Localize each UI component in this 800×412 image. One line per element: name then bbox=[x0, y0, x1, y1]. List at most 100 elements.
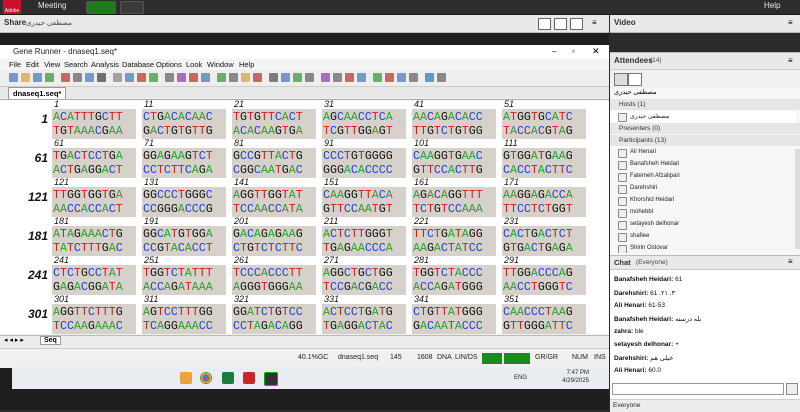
toolbar-button-icon[interactable] bbox=[269, 73, 278, 82]
toolbar-button-icon[interactable] bbox=[33, 73, 42, 82]
menu-view[interactable]: View bbox=[44, 60, 60, 69]
toolbar-button-icon[interactable] bbox=[409, 73, 418, 82]
toolbar-button-icon[interactable] bbox=[373, 73, 382, 82]
attendees-scrollbar[interactable] bbox=[795, 149, 800, 249]
participant-item[interactable]: Darehshiri bbox=[610, 183, 796, 195]
toolbar-button-icon[interactable] bbox=[333, 73, 342, 82]
toolbar-button-icon[interactable] bbox=[437, 73, 446, 82]
toolbar-button-icon[interactable] bbox=[61, 73, 70, 82]
toolbar-button-icon[interactable] bbox=[177, 73, 186, 82]
reverse-strand: TCTGTCCAAA bbox=[413, 203, 483, 216]
chat-text: خیلی هم bbox=[650, 355, 674, 362]
forward-strand: CACTGACTCT bbox=[503, 228, 573, 241]
gene-runner-taskbar-icon[interactable] bbox=[264, 372, 278, 386]
tab-seq[interactable]: Seq bbox=[40, 336, 61, 345]
toolbar-button-icon[interactable] bbox=[97, 73, 106, 82]
audio-button[interactable] bbox=[86, 1, 116, 14]
presenters-group[interactable]: Presenters (0) bbox=[610, 123, 800, 134]
toolbar-button-icon[interactable] bbox=[149, 73, 158, 82]
chat-sender: Ali Henari: bbox=[614, 302, 647, 309]
send-icon[interactable] bbox=[786, 383, 798, 395]
file-explorer-icon[interactable] bbox=[180, 372, 192, 384]
menu-look[interactable]: Look bbox=[186, 60, 202, 69]
toolbar-button-icon[interactable] bbox=[21, 73, 30, 82]
toolbar-button-icon[interactable] bbox=[73, 73, 82, 82]
pod-menu-icon[interactable]: ≡ bbox=[788, 18, 793, 27]
adobe-connect-icon[interactable] bbox=[243, 372, 255, 384]
sequence-block: 151 CAAGGTTACA GTTCCAATGT bbox=[322, 177, 406, 217]
participant-item[interactable]: setayesh delhonar bbox=[610, 219, 796, 231]
menu-analysis[interactable]: Analysis bbox=[91, 60, 119, 69]
menu-file[interactable]: File bbox=[9, 60, 21, 69]
toolbar-button-icon[interactable] bbox=[229, 73, 238, 82]
toolbar-button-icon[interactable] bbox=[45, 73, 54, 82]
toolbar-button-icon[interactable] bbox=[189, 73, 198, 82]
toolbar-button-icon[interactable] bbox=[385, 73, 394, 82]
participant-item[interactable]: Fatemeh Afzalipari bbox=[610, 171, 796, 183]
meeting-menu[interactable]: Meeting bbox=[38, 1, 66, 10]
toolbar-button-icon[interactable] bbox=[357, 73, 366, 82]
pod-menu-icon[interactable]: ≡ bbox=[788, 56, 793, 65]
host-icon bbox=[618, 113, 627, 122]
status-view-icon[interactable] bbox=[628, 73, 642, 86]
toolbar-button-icon[interactable] bbox=[305, 73, 314, 82]
chat-input[interactable] bbox=[612, 383, 784, 395]
participant-item[interactable]: Banafsheh Heidari bbox=[610, 159, 796, 171]
excel-icon[interactable] bbox=[222, 372, 234, 384]
menu-help[interactable]: Help bbox=[239, 60, 254, 69]
forward-strand: AGTCCTTTGG bbox=[143, 306, 213, 319]
help-menu[interactable]: Help bbox=[764, 1, 780, 10]
participant-item[interactable]: Shirin Ostovar bbox=[610, 243, 796, 253]
maximize-icon[interactable]: ▫ bbox=[572, 47, 575, 56]
menu-database[interactable]: Database bbox=[122, 60, 154, 69]
sequence-block: 81 GCCGTTACTG CGGCAATGAC bbox=[232, 138, 316, 178]
toolbar-button-icon[interactable] bbox=[217, 73, 226, 82]
fullscreen-icon[interactable] bbox=[570, 18, 583, 30]
close-icon[interactable]: ✕ bbox=[592, 46, 600, 57]
chat-tab-everyone[interactable]: Everyone bbox=[613, 402, 640, 409]
chat-text: 61-53 bbox=[648, 302, 665, 309]
block-position-number: 81 bbox=[234, 138, 245, 148]
row-position-label: 121 bbox=[27, 190, 48, 204]
menu-search[interactable]: Search bbox=[64, 60, 88, 69]
toolbar-button-icon[interactable] bbox=[85, 73, 94, 82]
host-item[interactable]: مصطفی حیدری bbox=[610, 111, 796, 123]
menu-edit[interactable]: Edit bbox=[26, 60, 39, 69]
participant-item[interactable]: Khorshid Heidari bbox=[610, 195, 796, 207]
toolbar-button-icon[interactable] bbox=[113, 73, 122, 82]
menu-window[interactable]: Window bbox=[207, 60, 234, 69]
toolbar-button-icon[interactable] bbox=[201, 73, 210, 82]
toolbar-button-icon[interactable] bbox=[345, 73, 354, 82]
participants-group[interactable]: Participants (13) bbox=[610, 135, 800, 146]
toolbar-button-icon[interactable] bbox=[165, 73, 174, 82]
status-button[interactable] bbox=[120, 1, 144, 14]
participant-item[interactable]: Ali Henari bbox=[610, 147, 796, 159]
toolbar-button-icon[interactable] bbox=[293, 73, 302, 82]
language-indicator[interactable]: ENG bbox=[514, 375, 527, 381]
sequence-view[interactable]: 1 1 ACATTTGCTT TGTAAACGAA 11 CTGACACAAC GACTGT… bbox=[0, 99, 609, 334]
fit-screen-icon[interactable] bbox=[538, 18, 551, 30]
toolbar-button-icon[interactable] bbox=[397, 73, 406, 82]
list-view-icon[interactable] bbox=[614, 73, 628, 86]
gr-sheet-tabs: ◂ ◂ ▸ ▸ Seq bbox=[0, 335, 609, 347]
toolbar-button-icon[interactable] bbox=[137, 73, 146, 82]
toolbar-button-icon[interactable] bbox=[321, 73, 330, 82]
toolbar-button-icon[interactable] bbox=[281, 73, 290, 82]
taskbar-clock[interactable]: 7:47 PM 4/29/2025 bbox=[562, 369, 589, 385]
toolbar-button-icon[interactable] bbox=[9, 73, 18, 82]
toolbar-button-icon[interactable] bbox=[125, 73, 134, 82]
toolbar-button-icon[interactable] bbox=[253, 73, 262, 82]
pod-menu-icon[interactable]: ≡ bbox=[592, 18, 603, 28]
chrome-icon[interactable] bbox=[200, 372, 212, 384]
participant-item[interactable]: shafiee bbox=[610, 231, 796, 243]
minimize-icon[interactable]: – bbox=[552, 47, 556, 56]
layout-icon[interactable] bbox=[554, 18, 567, 30]
menu-options[interactable]: Options bbox=[156, 60, 182, 69]
toolbar-button-icon[interactable] bbox=[425, 73, 434, 82]
hosts-group[interactable]: Hosts (1) bbox=[610, 99, 800, 110]
participant-item[interactable]: mohebbi bbox=[610, 207, 796, 219]
toolbar-button-icon[interactable] bbox=[241, 73, 250, 82]
block-position-number: 21 bbox=[234, 99, 245, 109]
tab-dnaseq1[interactable]: dnaseq1.seq* bbox=[8, 87, 67, 99]
pod-menu-icon[interactable]: ≡ bbox=[788, 257, 793, 266]
